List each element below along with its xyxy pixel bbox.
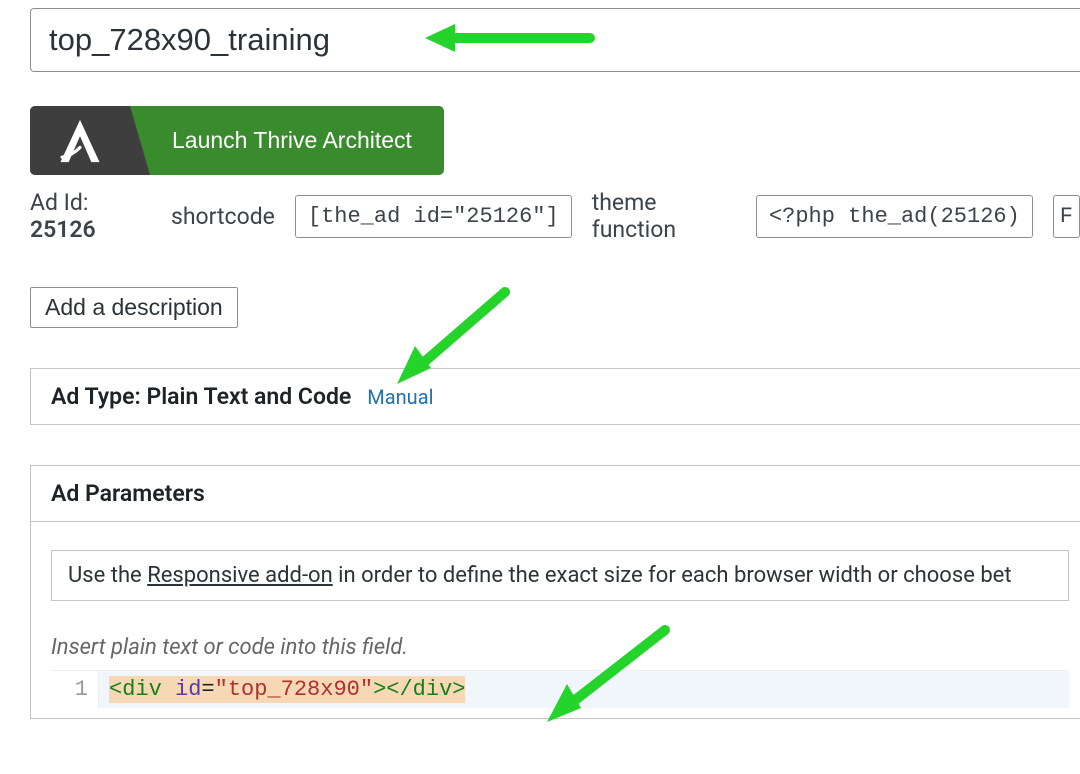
code-hint-text: Insert plain text or code into this fiel… (51, 635, 1069, 660)
title-input[interactable] (30, 8, 1080, 72)
thrive-logo-icon (30, 106, 130, 175)
shortcode-code[interactable]: [the_ad id="25126"] (295, 195, 572, 238)
trailing-code[interactable]: F (1053, 195, 1080, 238)
ad-parameters-panel: Ad Parameters Use the Responsive add-on … (30, 465, 1080, 719)
ad-type-title: Ad Type: Plain Text and Code (51, 383, 351, 410)
responsive-notice: Use the Responsive add-on in order to de… (51, 550, 1069, 601)
code-line-1[interactable]: <div id="top_728x90"></div> (99, 671, 1069, 708)
theme-function-label: theme function (592, 189, 736, 243)
ad-type-panel: Ad Type: Plain Text and Code Manual (30, 368, 1080, 425)
code-gutter: 1 (51, 671, 99, 708)
shortcode-label: shortcode (171, 203, 275, 230)
ad-parameters-title: Ad Parameters (51, 480, 205, 507)
launch-thrive-architect-label: Launch Thrive Architect (130, 127, 444, 154)
launch-thrive-architect-button[interactable]: Launch Thrive Architect (30, 106, 444, 175)
theme-function-code[interactable]: <?php the_ad(25126) (756, 195, 1033, 238)
manual-link[interactable]: Manual (367, 385, 433, 409)
add-description-button[interactable]: Add a description (30, 287, 238, 328)
ad-meta-row: Ad Id: 25126 shortcode [the_ad id="25126… (30, 189, 1080, 243)
ad-id-label: Ad Id: 25126 (30, 189, 151, 243)
code-editor[interactable]: 1 <div id="top_728x90"></div> (51, 670, 1069, 708)
responsive-addon-link[interactable]: Responsive add-on (147, 563, 333, 588)
